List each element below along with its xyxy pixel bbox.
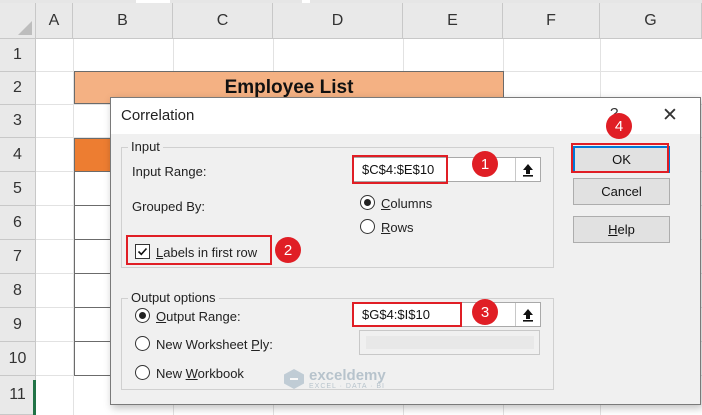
column-header-c[interactable]: C [173, 3, 273, 39]
row-header-4[interactable]: 4 [0, 138, 36, 172]
cancel-button[interactable]: Cancel [573, 178, 670, 205]
watermark-name: exceldemy [309, 367, 386, 384]
active-row-indicator [33, 380, 36, 415]
new-worksheet-label[interactable]: New Worksheet Ply: [156, 337, 273, 352]
row-header-10[interactable]: 10 [0, 342, 36, 376]
radio-columns-label[interactable]: Columns [381, 196, 432, 211]
row-header-7[interactable]: 7 [0, 240, 36, 274]
close-icon[interactable]: ✕ [662, 104, 678, 127]
column-header-d[interactable]: D [273, 3, 403, 39]
upload-arrow-icon [523, 308, 533, 322]
annotation-highlight-labels [126, 235, 272, 265]
watermark-tagline: EXCEL · DATA · BI [309, 383, 385, 390]
dialog-title: Correlation [121, 107, 195, 124]
grouped-by-label: Grouped By: [132, 199, 205, 214]
row-header-3[interactable]: 3 [0, 105, 36, 138]
radio-rows-label[interactable]: Rows [381, 220, 414, 235]
new-workbook-label[interactable]: New Workbook [156, 366, 244, 381]
output-range-label[interactable]: Output Range: [156, 309, 241, 324]
collapse-dialog-button[interactable] [515, 303, 540, 326]
upload-arrow-icon [523, 163, 533, 177]
row-header-8[interactable]: 8 [0, 274, 36, 308]
radio-columns[interactable] [360, 195, 375, 210]
radio-rows[interactable] [360, 219, 375, 234]
output-group-legend: Output options [128, 290, 219, 305]
column-header-a[interactable]: A [36, 3, 73, 39]
column-header-b[interactable]: B [73, 3, 173, 39]
input-range-label: Input Range: [132, 164, 207, 179]
radio-new-worksheet[interactable] [135, 336, 150, 351]
annotation-highlight-input-range [352, 155, 448, 184]
row-header-6[interactable]: 6 [0, 206, 36, 240]
column-header-g[interactable]: G [600, 3, 702, 39]
row-header-1[interactable]: 1 [0, 39, 36, 72]
exceldemy-watermark: exceldemy EXCEL · DATA · BI [283, 368, 386, 390]
annotation-highlight-ok [571, 143, 669, 173]
column-header-f[interactable]: F [503, 3, 600, 39]
row-header-11[interactable]: 11 [0, 376, 36, 415]
collapse-dialog-button[interactable] [515, 158, 540, 181]
row-header-5[interactable]: 5 [0, 172, 36, 206]
radio-output-range[interactable] [135, 308, 150, 323]
annotation-badge-3: 3 [472, 299, 498, 325]
exceldemy-logo-icon [284, 369, 304, 389]
annotation-highlight-output-range [352, 302, 462, 327]
annotation-badge-4: 4 [606, 113, 632, 139]
annotation-badge-2: 2 [275, 237, 301, 263]
new-worksheet-field[interactable] [359, 330, 540, 355]
input-group-legend: Input [128, 139, 163, 154]
radio-new-workbook[interactable] [135, 365, 150, 380]
column-header-e[interactable]: E [403, 3, 503, 39]
help-button[interactable]: Help [573, 216, 670, 243]
select-all-corner[interactable] [0, 3, 36, 39]
row-header-2[interactable]: 2 [0, 72, 36, 105]
annotation-badge-1: 1 [472, 151, 498, 177]
row-header-9[interactable]: 9 [0, 308, 36, 342]
